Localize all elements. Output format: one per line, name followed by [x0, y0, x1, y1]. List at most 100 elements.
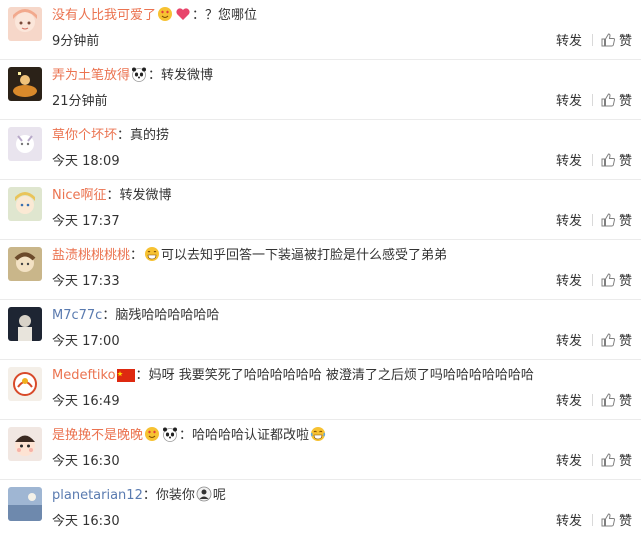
- comment-actions: 转发 赞: [556, 93, 632, 113]
- like-button[interactable]: 赞: [619, 273, 632, 291]
- comment-actions: 转发 赞: [556, 453, 632, 473]
- comment-time: 9分钟前: [52, 34, 100, 49]
- comment-text-tail: 呢: [212, 488, 226, 503]
- username-link[interactable]: 是挽挽不是晚晚: [52, 428, 143, 443]
- forward-button[interactable]: 转发: [556, 213, 582, 231]
- comment-actions: 转发 赞: [556, 213, 632, 233]
- avatar[interactable]: [8, 487, 42, 521]
- divider: [592, 454, 594, 466]
- heart-eyes-emoji-icon: [157, 6, 173, 29]
- comment-line: planetarian12：你装你呢: [52, 486, 226, 509]
- divider: [592, 394, 594, 406]
- comment-text: 转发微博: [161, 68, 214, 83]
- comment-text: 妈呀 我要笑死了哈哈哈哈哈哈 被澄清了之后烦了吗哈哈哈哈哈哈哈: [148, 368, 534, 383]
- avatar[interactable]: [8, 7, 42, 41]
- comment-actions: 转发 赞: [556, 513, 632, 533]
- comment-list: 没有人比我可爱了 ：？您哪位 9分钟前 转发赞 弄为土笔放得 ：转发微博 21分钟前…: [0, 0, 641, 529]
- avatar[interactable]: [8, 247, 42, 281]
- avatar[interactable]: [8, 427, 42, 461]
- username-link[interactable]: planetarian12: [52, 488, 143, 503]
- thumbs-up-icon[interactable]: [601, 393, 616, 413]
- comment-actions: 转发 赞: [556, 333, 632, 353]
- avatar[interactable]: [8, 307, 42, 341]
- comment-line: 没有人比我可爱了 ：？您哪位: [52, 6, 257, 29]
- comment-text: 你装你: [155, 488, 195, 503]
- comment-actions: 转发 赞: [556, 153, 632, 173]
- like-button[interactable]: 赞: [619, 393, 632, 411]
- username-link[interactable]: M7c77c: [52, 308, 102, 323]
- comment-time: 今天 17:37: [52, 214, 120, 229]
- forward-button[interactable]: 转发: [556, 393, 582, 411]
- username-link[interactable]: Nice啊征: [52, 188, 106, 203]
- thumbs-up-icon[interactable]: [601, 513, 616, 533]
- like-button[interactable]: 赞: [619, 513, 632, 531]
- comment-actions: 转发 赞: [556, 273, 632, 293]
- forward-button[interactable]: 转发: [556, 333, 582, 351]
- username-link[interactable]: 弄为土笔放得: [52, 68, 130, 83]
- comment-line: 弄为土笔放得 ：转发微博: [52, 66, 213, 89]
- grin-emoji-icon: [144, 246, 160, 269]
- avatar[interactable]: [8, 67, 42, 101]
- comment-line: Nice啊征：转发微博: [52, 188, 172, 203]
- thumbs-up-icon[interactable]: [601, 273, 616, 293]
- comment-time: 今天 18:09: [52, 154, 120, 169]
- forward-button[interactable]: 转发: [556, 93, 582, 111]
- forward-button[interactable]: 转发: [556, 273, 582, 291]
- forward-button[interactable]: 转发: [556, 153, 582, 171]
- username-link[interactable]: Medeftiko: [52, 368, 116, 383]
- comment-row: 盐渍桃桃桃桃： 可以去知乎回答一下装逼被打脸是什么感受了弟弟 今天 17:33 转…: [0, 240, 641, 300]
- comment-row: Medeftiko ：妈呀 我要笑死了哈哈哈哈哈哈 被澄清了之后烦了吗哈哈哈哈哈哈…: [0, 360, 641, 420]
- comment-text: ？您哪位: [205, 8, 258, 23]
- thumbs-up-icon[interactable]: [601, 213, 616, 233]
- divider: [592, 274, 594, 286]
- thumbs-up-icon[interactable]: [601, 333, 616, 353]
- comment-row: 没有人比我可爱了 ：？您哪位 9分钟前 转发 赞: [0, 0, 641, 60]
- like-button[interactable]: 赞: [619, 33, 632, 51]
- comment-time: 今天 17:33: [52, 274, 120, 289]
- comment-time: 今天 16:30: [52, 514, 120, 529]
- comment-row: planetarian12：你装你呢 今天 16:30 转发赞: [0, 480, 641, 540]
- comment-text: 真的捞: [130, 128, 170, 143]
- like-button[interactable]: 赞: [619, 453, 632, 471]
- forward-button[interactable]: 转发: [556, 513, 582, 531]
- heart-emoji-icon: [175, 6, 191, 29]
- divider: [592, 34, 594, 46]
- comment-line: 是挽挽不是晚晚 ：哈哈哈哈认证都改啦: [52, 426, 327, 449]
- person-emoji-icon: [196, 486, 212, 509]
- username-link[interactable]: 草你个坏坏: [52, 128, 117, 143]
- comment-row: 是挽挽不是晚晚 ：哈哈哈哈认证都改啦 今天 16:30 转发 赞: [0, 420, 641, 480]
- comment-line: Medeftiko ：妈呀 我要笑死了哈哈哈哈哈哈 被澄清了之后烦了吗哈哈哈哈哈哈…: [52, 366, 534, 389]
- comment-row: 草你个坏坏：真的捞 今天 18:09 转发 赞: [0, 120, 641, 180]
- like-button[interactable]: 赞: [619, 333, 632, 351]
- comment-row: Nice啊征：转发微博 今天 17:37 转发 赞: [0, 180, 641, 240]
- panda-emoji-icon: [131, 66, 147, 89]
- comment-actions: 转发 赞: [556, 393, 632, 413]
- thumbs-up-icon[interactable]: [601, 153, 616, 173]
- comment-text: 转发微博: [119, 188, 172, 203]
- comment-text: 脑残哈哈哈哈哈哈: [115, 308, 220, 323]
- comment-actions: 转发 赞: [556, 33, 632, 53]
- avatar[interactable]: [8, 367, 42, 401]
- avatar[interactable]: [8, 127, 42, 161]
- thumbs-up-icon[interactable]: [601, 33, 616, 53]
- username-link[interactable]: 盐渍桃桃桃桃: [52, 248, 130, 263]
- avatar[interactable]: [8, 187, 42, 221]
- divider: [592, 154, 594, 166]
- comment-time: 今天 17:00: [52, 334, 120, 349]
- forward-button[interactable]: 转发: [556, 33, 582, 51]
- comment-time: 今天 16:30: [52, 454, 120, 469]
- panda-emoji-icon: [162, 426, 178, 449]
- divider: [592, 514, 594, 526]
- comment-time: 今天 16:49: [52, 394, 120, 409]
- like-button[interactable]: 赞: [619, 93, 632, 111]
- forward-button[interactable]: 转发: [556, 453, 582, 471]
- like-button[interactable]: 赞: [619, 153, 632, 171]
- comment-text: 哈哈哈哈认证都改啦: [192, 428, 310, 443]
- comment-line: 盐渍桃桃桃桃： 可以去知乎回答一下装逼被打脸是什么感受了弟弟: [52, 246, 447, 269]
- like-button[interactable]: 赞: [619, 213, 632, 231]
- thumbs-up-icon[interactable]: [601, 453, 616, 473]
- thumbs-up-icon[interactable]: [601, 93, 616, 113]
- comment-row: 弄为土笔放得 ：转发微博 21分钟前 转发 赞: [0, 60, 641, 120]
- comment-line: 草你个坏坏：真的捞: [52, 128, 170, 143]
- username-link[interactable]: 没有人比我可爱了: [52, 8, 156, 23]
